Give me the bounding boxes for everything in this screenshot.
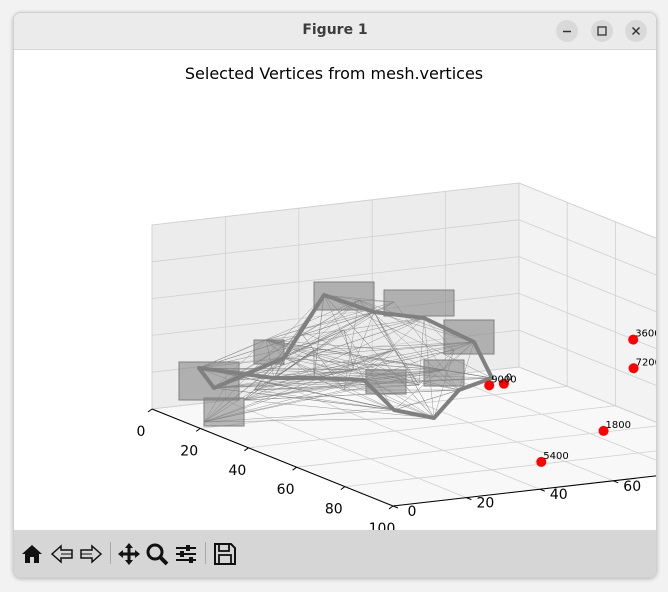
mesh-cluster — [383, 289, 455, 317]
vertex-label: 9000 — [491, 374, 516, 385]
minimize-button[interactable] — [556, 20, 578, 42]
home-icon — [22, 545, 42, 563]
save-icon — [214, 543, 236, 565]
toolbar-separator — [110, 542, 111, 564]
y-tick-label: 60 — [623, 479, 641, 495]
mesh-cluster — [443, 319, 495, 355]
mesh-cluster — [365, 369, 407, 395]
vertex-label: 7200 — [636, 357, 656, 368]
x-tick-label: 20 — [180, 443, 198, 459]
vertex-label: 1800 — [606, 420, 631, 431]
figure-canvas[interactable]: Selected Vertices from mesh.vertices 0 20… — [14, 50, 656, 537]
navigation-toolbar — [14, 530, 656, 577]
pan-button[interactable] — [115, 540, 143, 568]
mesh-cluster — [253, 339, 285, 365]
forward-icon — [80, 544, 103, 564]
x-tick-label: 100 — [369, 521, 396, 530]
x-tick-mark — [340, 486, 346, 491]
vertex-label: 3600 — [635, 329, 656, 340]
configure-subplots-icon — [176, 545, 196, 563]
pan-icon — [118, 543, 140, 565]
zoom-button[interactable] — [143, 540, 171, 568]
mesh-cluster — [203, 397, 245, 427]
x-tick-label: 60 — [277, 482, 295, 498]
y-tick-mark — [613, 480, 619, 484]
mesh-cluster — [178, 361, 240, 401]
y-tick-label: 40 — [550, 487, 568, 503]
maximize-icon — [597, 26, 607, 36]
x-tick-mark — [388, 505, 394, 510]
maximize-button[interactable] — [591, 20, 613, 42]
y-tick-label: 0 — [408, 504, 417, 520]
x-tick-label: 40 — [228, 463, 246, 479]
x-tick-label: 80 — [325, 502, 343, 518]
minimize-icon — [563, 30, 571, 33]
y-tick-mark — [539, 488, 545, 492]
home-button[interactable] — [18, 540, 46, 568]
x-tick-label: 0 — [137, 424, 146, 440]
mesh-cluster — [423, 359, 465, 387]
y-tick-label: 20 — [476, 496, 494, 512]
axes-panes — [151, 182, 656, 507]
y-tick-mark — [466, 497, 472, 501]
x-tick-mark — [195, 427, 201, 432]
chart-title: Selected Vertices from mesh.vertices — [185, 64, 483, 83]
configure-subplots-button[interactable] — [172, 540, 200, 568]
close-icon — [631, 26, 641, 36]
close-button[interactable] — [625, 20, 647, 42]
vertex-label: 5400 — [543, 451, 568, 462]
forward-button[interactable] — [77, 540, 105, 568]
y-tick-mark — [392, 505, 399, 509]
toolbar-separator — [205, 542, 206, 564]
back-icon — [50, 544, 73, 564]
mesh-cluster — [313, 281, 375, 311]
x-tick-mark — [147, 408, 153, 413]
back-button[interactable] — [48, 540, 76, 568]
save-button[interactable] — [211, 540, 239, 568]
x-tick-mark — [244, 447, 249, 452]
zoom-icon — [146, 543, 169, 566]
x-tick-mark — [292, 466, 297, 471]
title-bar: Figure 1 — [14, 13, 656, 50]
figure-window: Figure 1 Selected Vertices from mesh.ver… — [13, 12, 657, 578]
plot-area[interactable]: Selected Vertices from mesh.vertices 0 20… — [14, 50, 656, 537]
